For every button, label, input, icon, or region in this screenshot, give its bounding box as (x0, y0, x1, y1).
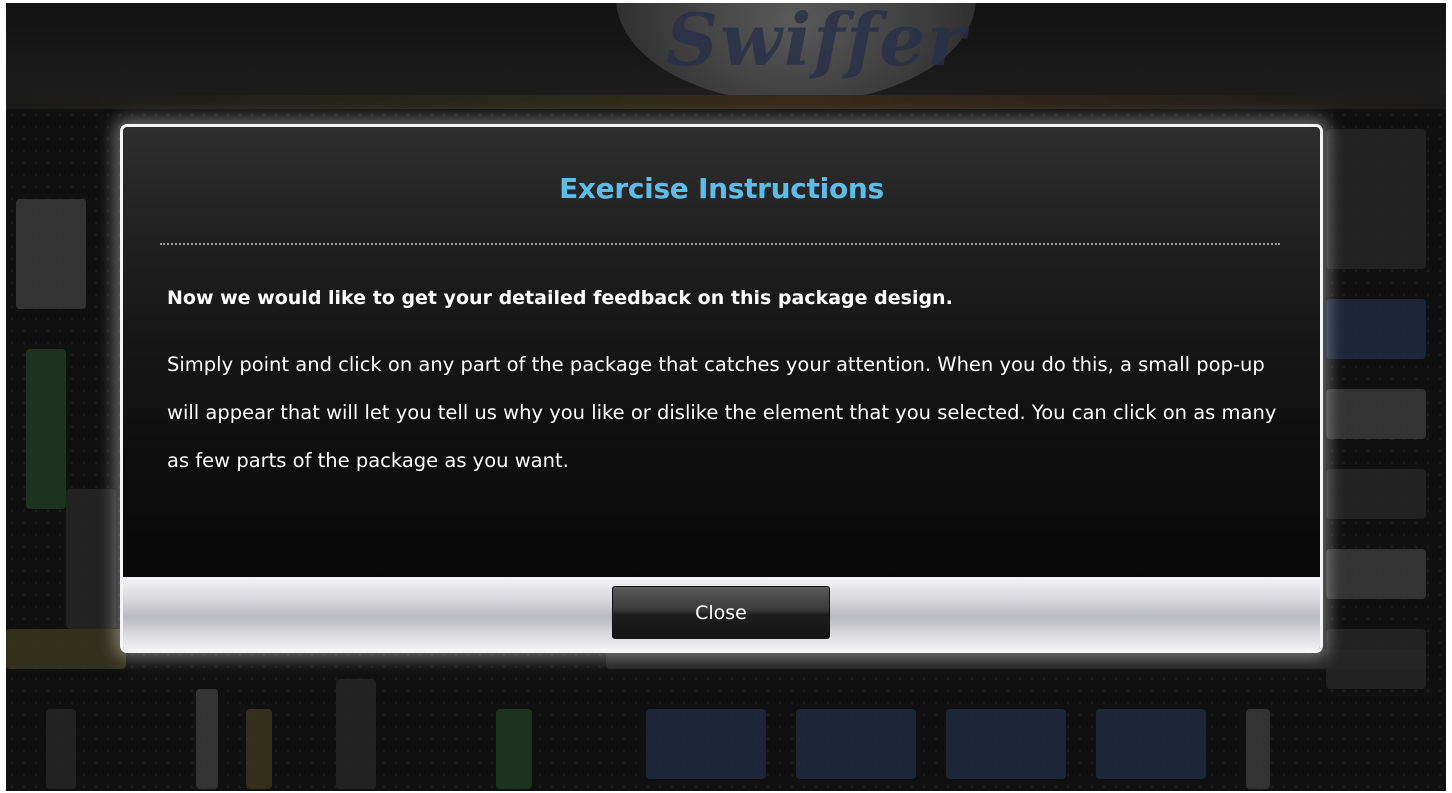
brand-logo: Swiffer (666, 3, 968, 82)
product-silhouette (496, 709, 532, 789)
product-silhouette (6, 629, 126, 669)
product-silhouette (796, 709, 916, 779)
product-silhouette (16, 199, 86, 309)
product-silhouette (66, 489, 116, 629)
product-silhouette (26, 349, 66, 509)
product-silhouette (1326, 129, 1426, 269)
product-silhouette (1096, 709, 1206, 779)
product-silhouette (246, 709, 272, 789)
modal-lead-text: Now we would like to get your detailed f… (167, 287, 953, 309)
product-silhouette (946, 709, 1066, 779)
product-silhouette (336, 679, 376, 789)
shelf-band (6, 95, 1446, 109)
app-viewport: Swiffer Exercise Instructions Now we wou… (6, 3, 1446, 791)
product-silhouette (196, 689, 218, 789)
modal-title: Exercise Instructions (559, 172, 884, 205)
product-silhouette (1246, 709, 1270, 789)
product-silhouette (1326, 629, 1426, 689)
modal-body-text: Simply point and click on any part of th… (167, 353, 1277, 472)
modal-divider (160, 243, 1280, 245)
product-silhouette (1326, 469, 1426, 519)
modal-footer: Close (123, 577, 1320, 650)
product-silhouette (46, 709, 76, 789)
instructions-modal: Exercise Instructions Now we would like … (120, 124, 1323, 653)
product-silhouette (1326, 299, 1426, 359)
product-silhouette (646, 709, 766, 779)
product-silhouette (1326, 549, 1426, 599)
close-button[interactable]: Close (612, 586, 830, 639)
product-silhouette (1326, 389, 1426, 439)
